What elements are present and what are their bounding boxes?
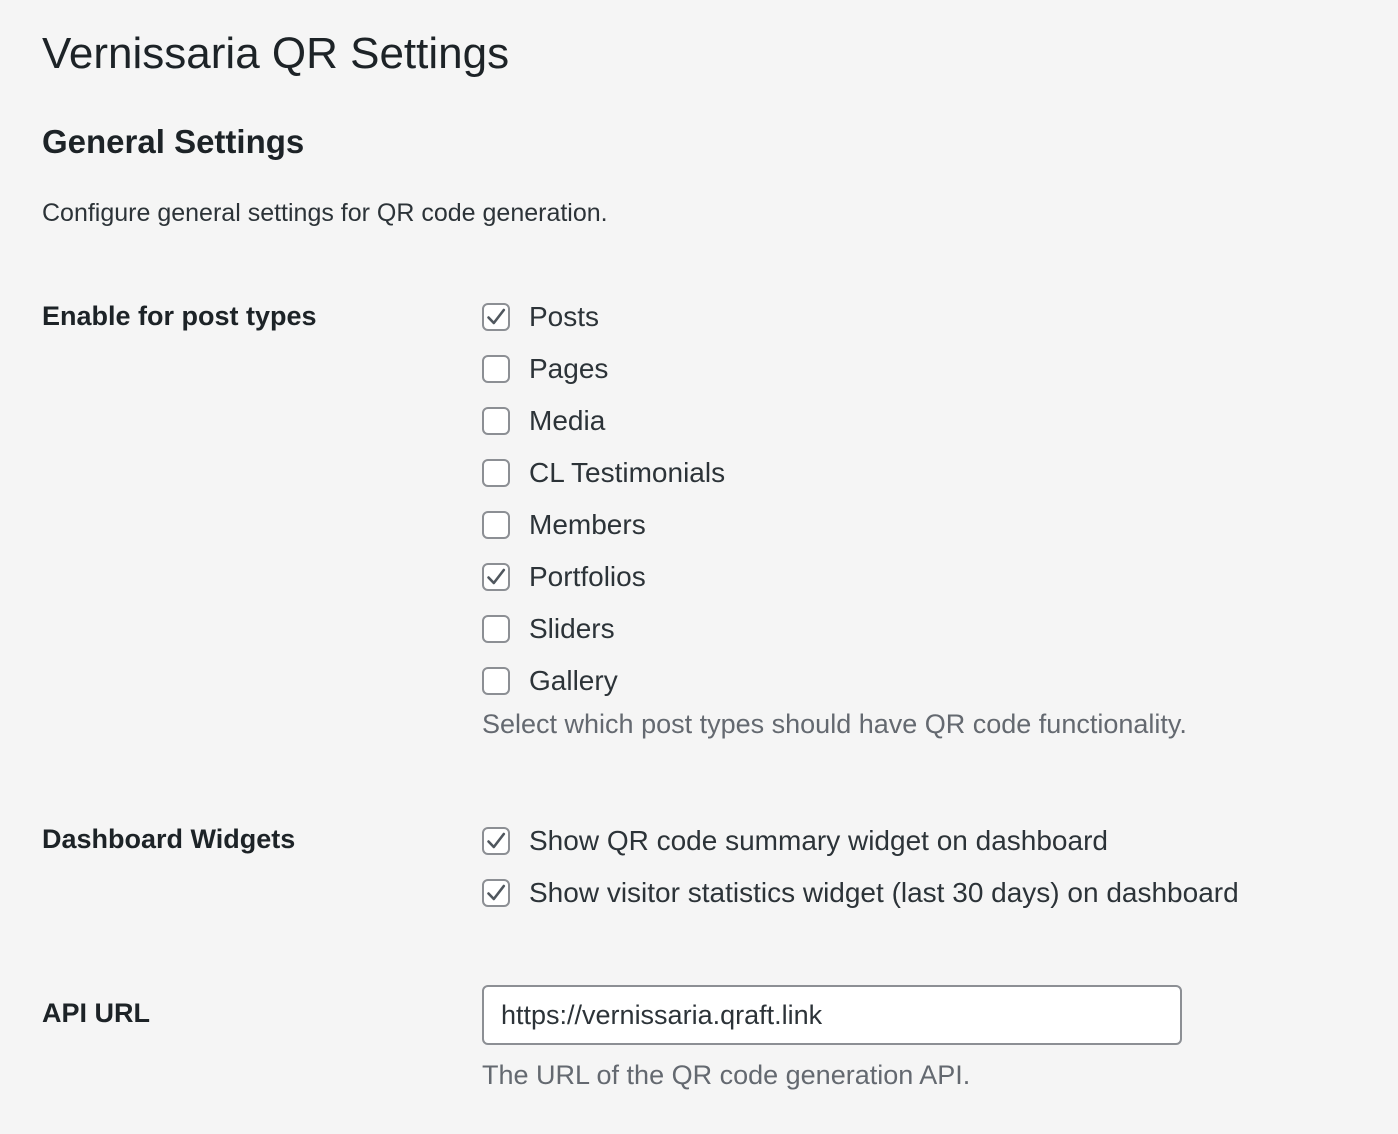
dashboard-widgets-checkbox-list: Show QR code summary widget on dashboard… [482,815,1239,919]
api-url-description: The URL of the QR code generation API. [482,1060,971,1090]
api-url-label: API URL [42,998,150,1028]
media-checkbox[interactable] [482,407,510,435]
gallery-checkbox[interactable] [482,667,510,695]
dashboard-widgets-field: Show QR code summary widget on dashboard… [482,815,1239,919]
checkbox-label: Show QR code summary widget on dashboard [529,825,1108,856]
widget-option-visitor-statistics[interactable]: Show visitor statistics widget (last 30 … [482,867,1239,919]
post-types-field: Posts Pages Media CL Testimonials Member… [482,291,1187,741]
portfolios-checkbox[interactable] [482,563,510,591]
visitor-statistics-widget-checkbox[interactable] [482,879,510,907]
checkmark-icon [487,308,506,325]
post-type-option-members[interactable]: Members [482,499,1187,551]
qr-summary-widget-checkbox[interactable] [482,827,510,855]
api-url-input[interactable] [482,985,1182,1045]
post-type-option-posts[interactable]: Posts [482,291,1187,343]
checkmark-icon [487,884,506,901]
section-title: General Settings [42,123,305,160]
checkbox-label: Media [529,405,606,436]
post-type-option-pages[interactable]: Pages [482,343,1187,395]
post-type-option-media[interactable]: Media [482,395,1187,447]
widget-option-qr-summary[interactable]: Show QR code summary widget on dashboard [482,815,1239,867]
pages-checkbox[interactable] [482,355,510,383]
section-description: Configure general settings for QR code g… [42,199,608,227]
checkbox-label: Pages [529,353,609,384]
checkbox-label: Posts [529,301,600,332]
cl-testimonials-checkbox[interactable] [482,459,510,487]
checkmark-icon [487,832,506,849]
posts-checkbox[interactable] [482,303,510,331]
post-type-option-gallery[interactable]: Gallery [482,655,1187,707]
checkbox-label: Show visitor statistics widget (last 30 … [529,877,1239,908]
api-url-field: The URL of the QR code generation API. [482,985,1182,1092]
checkbox-label: CL Testimonials [529,457,726,488]
post-type-option-portfolios[interactable]: Portfolios [482,551,1187,603]
checkbox-label: Sliders [529,613,615,644]
post-type-option-cl-testimonials[interactable]: CL Testimonials [482,447,1187,499]
members-checkbox[interactable] [482,511,510,539]
page-title: Vernissaria QR Settings [42,29,510,78]
post-types-checkbox-list: Posts Pages Media CL Testimonials Member… [482,291,1187,707]
dashboard-widgets-label: Dashboard Widgets [42,824,296,854]
checkbox-label: Members [529,509,646,540]
checkmark-icon [487,568,506,585]
checkbox-label: Portfolios [529,561,646,592]
checkbox-label: Gallery [529,665,618,696]
post-types-description: Select which post types should have QR c… [482,709,1187,739]
post-type-option-sliders[interactable]: Sliders [482,603,1187,655]
post-types-label: Enable for post types [42,301,317,331]
sliders-checkbox[interactable] [482,615,510,643]
